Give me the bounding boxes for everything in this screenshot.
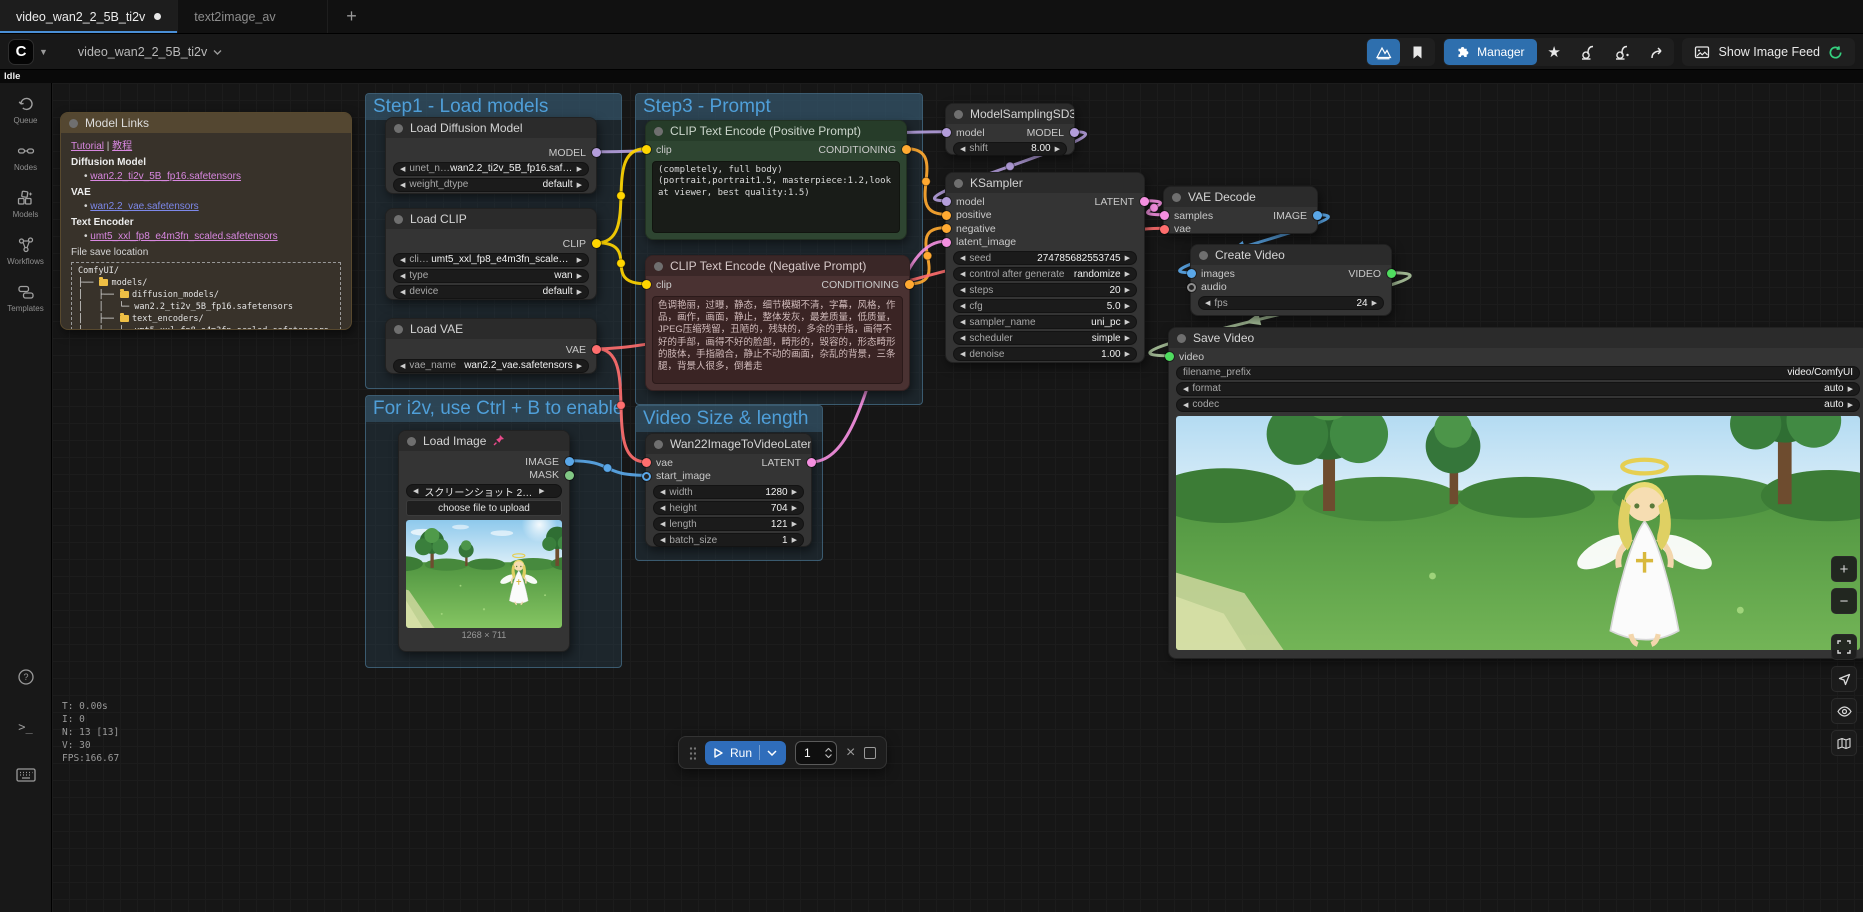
canvas-stats: T: 0.00s I: 0 N: 13 [13] V: 30 FPS:166.6… xyxy=(62,700,119,765)
puzzle-icon xyxy=(1456,45,1470,59)
help-icon: ? xyxy=(17,668,35,686)
count-steppers[interactable] xyxy=(825,748,832,758)
shortcuts-button[interactable] xyxy=(16,768,36,782)
toggle-links-visibility-button[interactable] xyxy=(1831,698,1857,724)
status-line: Idle xyxy=(0,70,1863,83)
image-feed-icon xyxy=(1694,45,1711,60)
cancel-button[interactable]: × xyxy=(846,745,855,761)
svg-text:?: ? xyxy=(23,672,28,682)
node-canvas[interactable] xyxy=(52,83,1863,912)
stat-fps: FPS:166.67 xyxy=(62,752,119,765)
sidebar-item-templates[interactable]: Templates xyxy=(7,283,43,313)
sidebar-item-nodes[interactable]: Nodes xyxy=(14,142,37,172)
stop-button[interactable] xyxy=(864,747,876,759)
fit-view-button[interactable] xyxy=(1831,634,1857,660)
sidebar-item-models[interactable]: Models xyxy=(13,189,39,219)
templates-icon xyxy=(17,283,35,301)
share-arrow-icon xyxy=(1648,45,1664,60)
chevron-down-icon xyxy=(213,49,222,55)
help-button[interactable]: ? xyxy=(17,668,35,686)
stat-version: V: 30 xyxy=(62,739,119,752)
workflows-icon xyxy=(17,236,35,254)
show-image-feed-button[interactable]: Show Image Feed xyxy=(1682,38,1855,66)
bookmark-button[interactable] xyxy=(1401,39,1434,65)
logo-chevron-down-icon[interactable]: ▼ xyxy=(39,47,48,57)
comfyui-logo-icon[interactable]: C xyxy=(8,39,34,65)
fit-view-icon xyxy=(1837,640,1851,654)
caret-up-icon xyxy=(825,748,832,752)
models-icon xyxy=(16,189,34,207)
divider xyxy=(759,745,760,760)
new-tab-button[interactable]: + xyxy=(328,0,375,33)
vacuum-icon xyxy=(1580,44,1596,60)
workflow-tab-bar: video_wan2_2_5B_ti2v text2image_av + xyxy=(0,0,1863,34)
clear-cache-button[interactable] xyxy=(1572,39,1605,65)
chevron-down-icon xyxy=(767,750,777,756)
zoom-in-button[interactable]: + xyxy=(1831,556,1857,582)
vacuum-sparkle-icon xyxy=(1614,44,1630,60)
refresh-circle-icon xyxy=(1828,45,1843,60)
location-arrow-icon xyxy=(1838,673,1851,686)
menu-bar: C ▼ video_wan2_2_5B_ti2v Manager ★ xyxy=(0,34,1863,70)
nodes-link-icon xyxy=(17,142,35,160)
drag-handle[interactable] xyxy=(689,746,696,760)
terminal-button[interactable]: >_ xyxy=(18,718,32,736)
queue-history-icon xyxy=(17,95,35,113)
unsaved-dot-icon xyxy=(154,13,161,20)
select-mode-button[interactable] xyxy=(1831,666,1857,692)
run-bar: Run 1 × xyxy=(678,736,887,769)
workflow-name-dropdown[interactable]: video_wan2_2_5B_ti2v xyxy=(78,45,222,59)
favorites-button[interactable]: ★ xyxy=(1538,39,1571,65)
star-icon: ★ xyxy=(1547,43,1560,61)
eye-icon xyxy=(1837,706,1852,717)
batch-count-input[interactable]: 1 xyxy=(795,741,837,765)
sidebar-bottom: ? >_ xyxy=(16,668,36,782)
stat-nodes: N: 13 [13] xyxy=(62,726,119,739)
share-button[interactable] xyxy=(1640,39,1673,65)
keyboard-icon xyxy=(16,768,36,782)
canvas-mode-group xyxy=(1366,38,1435,66)
canvas-toolbar: + − xyxy=(1831,556,1857,756)
tab-label: video_wan2_2_5B_ti2v xyxy=(16,10,145,24)
play-icon xyxy=(714,748,723,758)
caret-down-icon xyxy=(825,754,832,758)
stat-iterations: I: 0 xyxy=(62,713,119,726)
sidebar-item-queue[interactable]: Queue xyxy=(13,95,37,125)
stat-time: T: 0.00s xyxy=(62,700,119,713)
terminal-icon: >_ xyxy=(18,720,32,734)
tab-video-wan[interactable]: video_wan2_2_5B_ti2v xyxy=(0,0,178,33)
clear-vram-button[interactable] xyxy=(1606,39,1639,65)
tab-label: text2image_av xyxy=(194,10,275,24)
bookmark-icon xyxy=(1411,45,1424,60)
mountain-icon xyxy=(1375,45,1392,60)
zoom-out-button[interactable]: − xyxy=(1831,588,1857,614)
map-icon xyxy=(1837,737,1851,750)
run-button[interactable]: Run xyxy=(705,741,786,765)
manager-group: Manager ★ xyxy=(1443,38,1673,66)
sidebar: Queue Nodes Models Workflows Templates ?… xyxy=(0,83,52,912)
sidebar-item-workflows[interactable]: Workflows xyxy=(7,236,44,266)
tab-text2image[interactable]: text2image_av xyxy=(178,0,328,33)
minimap-button[interactable] xyxy=(1831,730,1857,756)
graph-view-button[interactable] xyxy=(1367,39,1400,65)
manager-button[interactable]: Manager xyxy=(1444,39,1536,65)
